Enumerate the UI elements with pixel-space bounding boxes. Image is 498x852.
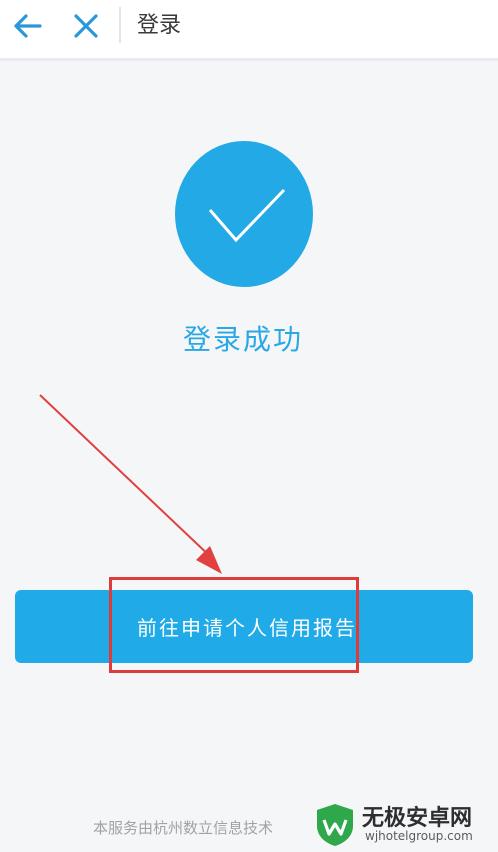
login-success-text: 登录成功 <box>182 323 303 356</box>
watermark: 无极安卓网 wjhotelgroup.com <box>312 800 498 852</box>
top-bar-border <box>0 58 498 61</box>
top-bar: 登录 <box>0 0 498 58</box>
page-title: 登录 <box>137 13 182 38</box>
close-icon[interactable] <box>68 8 104 44</box>
service-provider-note: 本服务由杭州数立信息技术 <box>93 819 274 837</box>
annotation-highlight-box <box>109 577 359 673</box>
watermark-name: 无极安卓网 <box>362 806 473 831</box>
title-divider <box>119 7 121 43</box>
checkmark-icon <box>175 141 313 287</box>
watermark-url: wjhotelgroup.com <box>365 829 473 843</box>
watermark-logo-icon <box>317 804 353 846</box>
back-arrow-icon[interactable] <box>10 8 46 44</box>
annotation-arrow <box>39 394 222 574</box>
